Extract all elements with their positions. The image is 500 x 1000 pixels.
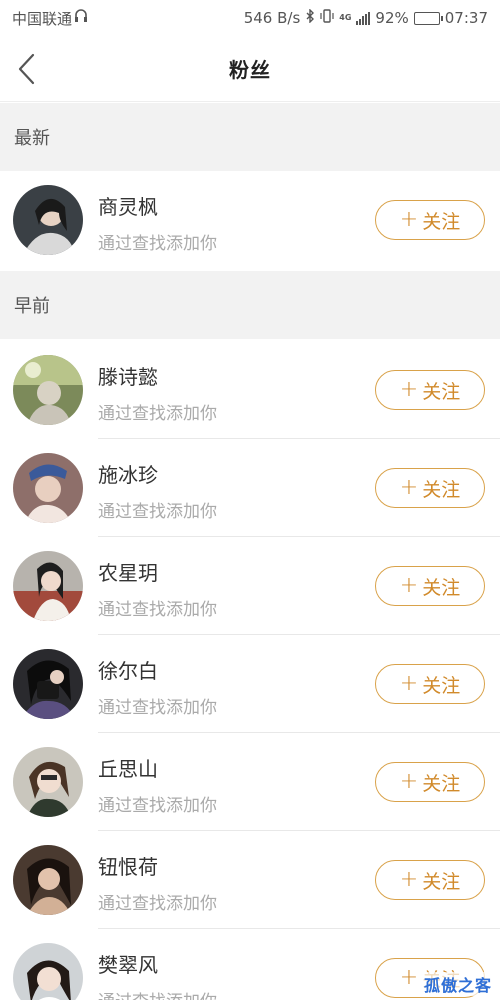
avatar[interactable] xyxy=(13,943,83,1000)
user-source: 通过查找添加你 xyxy=(98,404,217,424)
nav-bar: 粉丝 xyxy=(0,36,500,102)
hd-audio-icon xyxy=(74,9,88,27)
follow-button[interactable]: + 关注 xyxy=(375,860,485,900)
follow-button[interactable]: + 关注 xyxy=(375,762,485,802)
signal-icon xyxy=(356,11,371,25)
plus-icon: + xyxy=(399,769,419,794)
follow-label: 关注 xyxy=(422,576,461,599)
list-item[interactable]: 农星玥 通过查找添加你 + 关注 xyxy=(0,537,500,635)
follow-label: 关注 xyxy=(422,210,461,233)
follow-label: 关注 xyxy=(422,772,461,795)
user-source: 通过查找添加你 xyxy=(98,600,217,620)
user-name: 钮恨荷 xyxy=(98,855,158,879)
plus-icon: + xyxy=(399,207,419,232)
plus-icon: + xyxy=(399,573,419,598)
status-bar: 中国联通 546 B/s 4G 92% 07:37 xyxy=(0,0,500,36)
section-header-latest: 最新 xyxy=(0,103,500,171)
follow-label: 关注 xyxy=(422,478,461,501)
battery-icon xyxy=(413,11,443,25)
avatar[interactable] xyxy=(13,355,83,425)
plus-icon: + xyxy=(399,867,419,892)
chevron-left-icon xyxy=(18,53,35,85)
list-item[interactable]: 丘思山 通过查找添加你 + 关注 xyxy=(0,733,500,831)
user-source: 通过查找添加你 xyxy=(98,987,217,1000)
list-item[interactable]: 商灵枫 通过查找添加你 + 关注 xyxy=(0,171,500,269)
avatar[interactable] xyxy=(13,551,83,621)
user-source: 通过查找添加你 xyxy=(98,894,217,914)
back-button[interactable] xyxy=(14,52,44,86)
bluetooth-icon xyxy=(305,8,315,27)
4g-icon: 4G xyxy=(339,13,352,22)
user-source: 通过查找添加你 xyxy=(98,698,217,718)
network-speed: 546 B/s xyxy=(243,9,301,27)
user-source: 通过查找添加你 xyxy=(98,796,217,816)
list-item[interactable]: 钮恨荷 通过查找添加你 + 关注 xyxy=(0,831,500,929)
follow-button[interactable]: + 关注 xyxy=(375,200,485,240)
follow-button[interactable]: + 关注 xyxy=(375,566,485,606)
section-header-earlier: 早前 xyxy=(0,271,500,339)
plus-icon: + xyxy=(399,671,419,696)
follow-button[interactable]: + 关注 xyxy=(375,664,485,704)
user-name: 徐尔白 xyxy=(98,659,158,683)
plus-icon: + xyxy=(399,377,419,402)
user-name: 商灵枫 xyxy=(98,195,158,219)
page-title: 粉丝 xyxy=(229,58,271,82)
carrier-label: 中国联通 xyxy=(12,9,73,28)
user-source: 通过查找添加你 xyxy=(98,234,217,254)
avatar[interactable] xyxy=(13,185,83,255)
list-item[interactable]: 滕诗懿 通过查找添加你 + 关注 xyxy=(0,341,500,439)
plus-icon: + xyxy=(399,965,419,990)
user-name: 农星玥 xyxy=(98,561,158,585)
avatar[interactable] xyxy=(13,649,83,719)
follow-button[interactable]: + 关注 xyxy=(375,468,485,508)
status-right: 546 B/s 4G 92% 07:37 xyxy=(243,8,488,27)
user-name: 施冰珍 xyxy=(98,463,158,487)
user-name: 丘思山 xyxy=(98,757,158,781)
plus-icon: + xyxy=(399,475,419,500)
status-left: 中国联通 xyxy=(12,8,88,29)
user-source: 通过查找添加你 xyxy=(98,502,217,522)
avatar[interactable] xyxy=(13,747,83,817)
list-item[interactable]: 徐尔白 通过查找添加你 + 关注 xyxy=(0,635,500,733)
avatar[interactable] xyxy=(13,845,83,915)
follow-label: 关注 xyxy=(422,380,461,403)
list-item[interactable]: 施冰珍 通过查找添加你 + 关注 xyxy=(0,439,500,537)
user-name: 樊翠风 xyxy=(98,953,158,977)
vibrate-icon xyxy=(320,9,334,27)
user-name: 滕诗懿 xyxy=(98,365,158,389)
avatar[interactable] xyxy=(13,453,83,523)
follow-label: 关注 xyxy=(422,674,461,697)
battery-percent: 92% xyxy=(375,9,409,27)
watermark: 孤傲之客 xyxy=(421,972,494,996)
follow-label: 关注 xyxy=(422,870,461,893)
clock: 07:37 xyxy=(444,9,488,27)
follow-button[interactable]: + 关注 xyxy=(375,370,485,410)
